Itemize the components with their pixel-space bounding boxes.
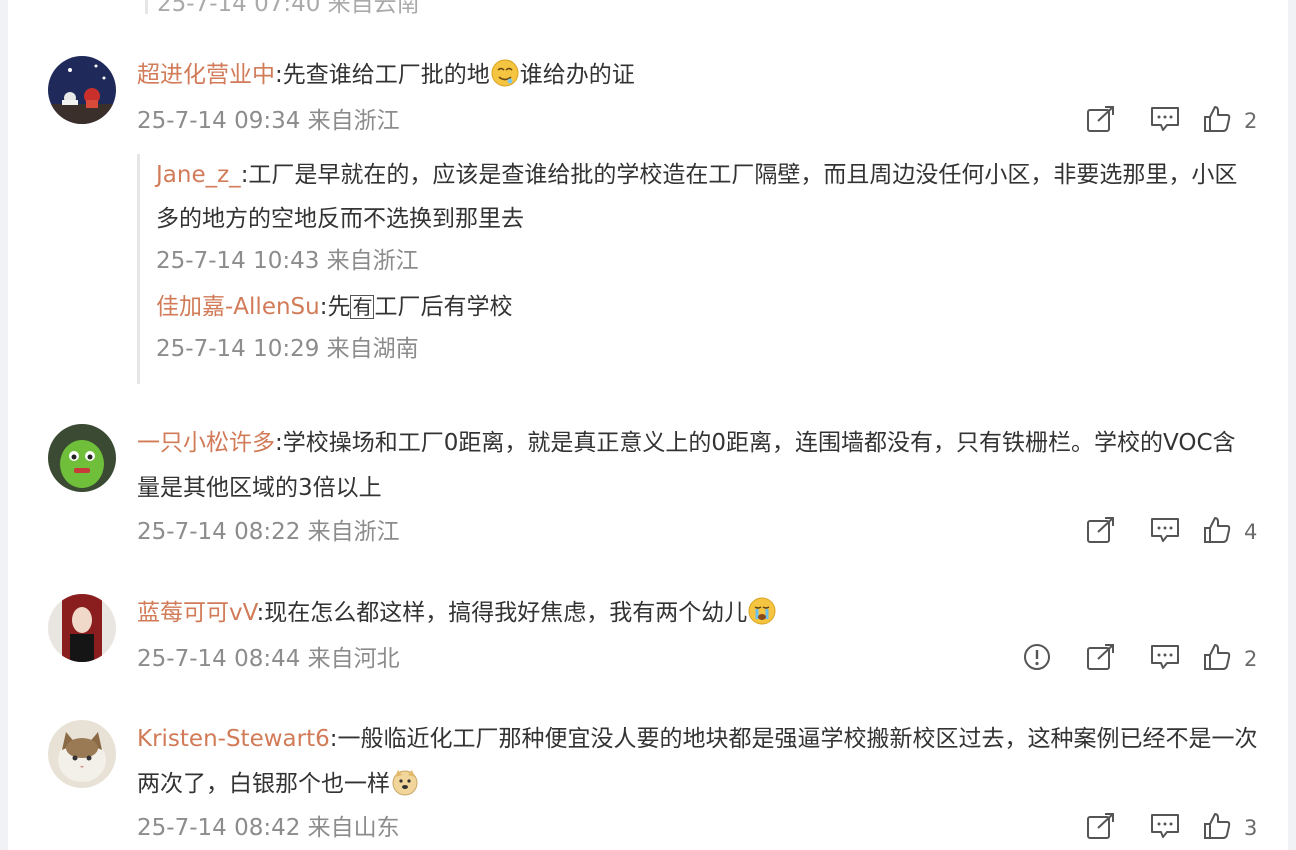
comment-button[interactable]	[1142, 101, 1188, 141]
boxed-char: 有	[350, 295, 375, 319]
comment-actions: 4	[1060, 512, 1258, 552]
share-icon	[1086, 516, 1116, 548]
comment-icon	[1150, 105, 1180, 137]
like-button[interactable]: 2	[1202, 639, 1258, 679]
thumbs-up-icon	[1202, 642, 1232, 676]
like-button[interactable]: 2	[1202, 101, 1258, 141]
like-count: 2	[1244, 109, 1258, 133]
share-button[interactable]	[1078, 101, 1124, 141]
reply-divider	[145, 0, 148, 14]
comment-username[interactable]: 蓝莓可可vV	[137, 600, 256, 626]
report-button[interactable]	[1014, 639, 1060, 679]
comment-username[interactable]: 一只小松许多	[137, 430, 275, 456]
comment-actions: 3	[1060, 808, 1258, 848]
share-icon	[1086, 105, 1116, 137]
like-count: 3	[1244, 816, 1258, 840]
reply-meta-partial: 25-7-14 07:40 来自云南	[157, 0, 420, 17]
avatar[interactable]	[48, 594, 116, 662]
crying-emoji	[747, 596, 777, 626]
share-button[interactable]	[1078, 512, 1124, 552]
comment-icon	[1150, 643, 1180, 675]
share-button[interactable]	[1078, 639, 1124, 679]
comment-text: Kristen-Stewart6:一般临近化工厂那种便宜没人要的地块都是强逼学校…	[137, 726, 1258, 797]
avatar[interactable]	[48, 56, 116, 124]
report-icon	[1022, 642, 1052, 676]
comment-text: 超进化营业中:先查谁给工厂批的地 谁给办的证	[137, 53, 1258, 98]
share-icon	[1086, 812, 1116, 844]
like-button[interactable]: 3	[1202, 808, 1258, 848]
comment-actions: 2	[996, 639, 1258, 679]
comment-meta: 25-7-14 08:44 来自河北	[137, 646, 400, 672]
comment-text: 一只小松许多:学校操场和工厂0距离，就是真正意义上的0距离，连围墙都没有，只有铁…	[137, 430, 1236, 501]
comment-actions: 2	[1060, 101, 1258, 141]
share-icon	[1086, 643, 1116, 675]
reply-text: Jane_z_:工厂是早就在的，应该是查谁给批的学校造在工厂隔壁，而且周边没任何…	[156, 162, 1238, 232]
share-button[interactable]	[1078, 808, 1124, 848]
like-count: 4	[1244, 520, 1258, 544]
thumbs-up-icon	[1202, 515, 1232, 549]
comment-icon	[1150, 516, 1180, 548]
comment-button[interactable]	[1142, 808, 1188, 848]
avatar[interactable]	[48, 720, 116, 788]
comment-username[interactable]: Kristen-Stewart6	[137, 726, 330, 752]
reply-text: 佳加嘉-AllenSu:先 有工厂后有学校	[156, 294, 513, 320]
reply-username[interactable]: 佳加嘉-AllenSu	[156, 294, 320, 320]
reply-meta: 25-7-14 10:29 来自湖南	[156, 336, 419, 362]
comment-meta: 25-7-14 08:22 来自浙江	[137, 519, 400, 545]
comment-username[interactable]: 超进化营业中	[137, 62, 275, 88]
reply-username[interactable]: Jane_z_	[156, 162, 241, 188]
comment-feed: 25-7-14 07:40 来自云南 超进化营业中:先查谁给工厂批的地 谁给办的证…	[8, 0, 1288, 850]
like-button[interactable]: 4	[1202, 512, 1258, 552]
comment-meta: 25-7-14 08:42 来自山东	[137, 815, 400, 841]
reply-list: Jane_z_:工厂是早就在的，应该是查谁给批的学校造在工厂隔壁，而且周边没任何…	[137, 154, 1258, 384]
avatar[interactable]	[48, 424, 116, 492]
thumbs-up-icon	[1202, 104, 1232, 138]
drooling-emoji	[490, 58, 520, 88]
comment-button[interactable]	[1142, 639, 1188, 679]
comment-button[interactable]	[1142, 512, 1188, 552]
comment-icon	[1150, 812, 1180, 844]
doge-emoji	[390, 767, 420, 797]
thumbs-up-icon	[1202, 811, 1232, 845]
comment-meta: 25-7-14 09:34 来自浙江	[137, 108, 400, 134]
reply-meta: 25-7-14 10:43 来自浙江	[156, 248, 419, 274]
comment-text: 蓝莓可可vV:现在怎么都这样，搞得我好焦虑，我有两个幼儿	[137, 591, 1258, 636]
like-count: 2	[1244, 647, 1258, 671]
